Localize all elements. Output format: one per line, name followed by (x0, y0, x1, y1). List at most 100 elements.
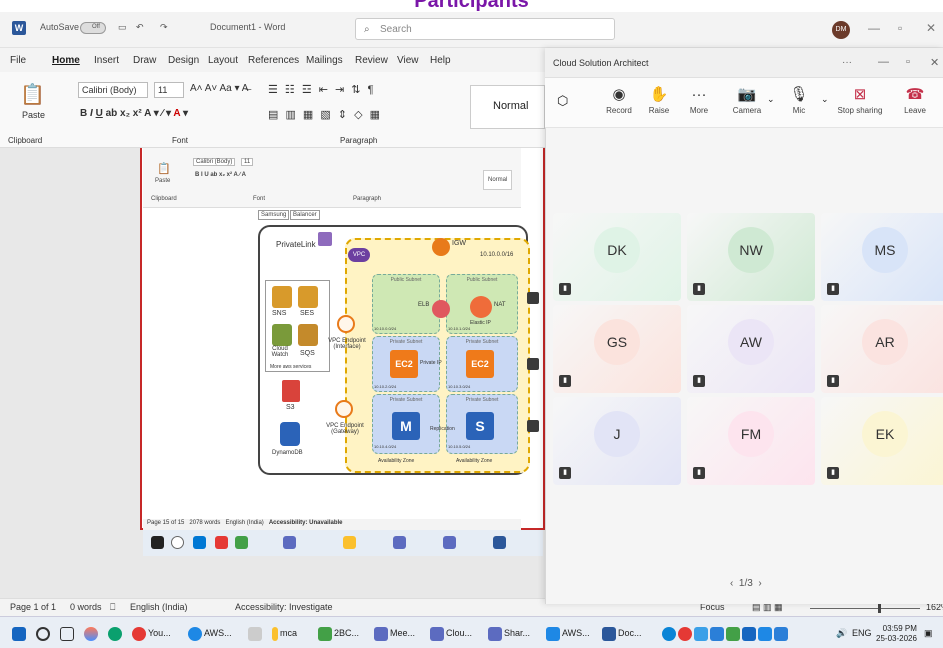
zoom-slider[interactable] (810, 608, 920, 609)
clock-time: 03:59 PM (882, 624, 917, 633)
participant-tile[interactable]: DK ▮ (553, 213, 681, 301)
align-icons[interactable]: ▤ ▥ ▦ ▧ ⇕ ◇ ▦ (268, 108, 382, 121)
language-indicator[interactable]: ENG (852, 624, 872, 642)
copilot-icon[interactable] (84, 624, 100, 642)
taskbar-app[interactable]: mca (272, 624, 297, 642)
autosave-toggle[interactable]: Off (80, 22, 106, 34)
participant-avatar: FM (728, 411, 774, 457)
participant-tile[interactable]: MS ▮ (821, 213, 943, 301)
menu-draw[interactable]: Draw (133, 55, 156, 66)
close-icon[interactable]: ✕ (926, 21, 936, 35)
mic-off-icon: ▮ (559, 375, 571, 387)
edge-icon[interactable] (108, 624, 124, 642)
app-icon (235, 536, 248, 549)
shared-font-label: Font (253, 196, 266, 202)
stop-sharing-button[interactable]: ⊠ Stop sharing (835, 84, 885, 115)
taskbar-app[interactable]: 2BC... (318, 624, 359, 642)
menu-design[interactable]: Design (168, 55, 199, 66)
save-icon[interactable]: ▭ (118, 22, 127, 33)
mic-button[interactable]: 🎙 Mic (777, 84, 821, 115)
close-icon[interactable]: ✕ (930, 56, 939, 69)
windows-start-icon[interactable] (12, 624, 28, 642)
chevron-down-icon[interactable]: ⌄ (821, 94, 829, 105)
taskbar-app[interactable]: Mee... (374, 624, 415, 642)
search-input[interactable]: ⌕ Search (355, 18, 615, 40)
maximize-icon[interactable]: ▫ (906, 56, 910, 68)
windows-taskbar: You... AWS... mca 2BC... Mee... Clou... … (0, 616, 943, 648)
more-icon[interactable]: ··· (842, 57, 852, 68)
menu-layout[interactable]: Layout (208, 55, 238, 66)
clock[interactable]: 03:59 PM 25-03-2026 (876, 624, 917, 643)
participant-tile[interactable]: NW ▮ (687, 213, 815, 301)
shared-paste-icon: 📋 (157, 163, 171, 175)
participant-tile[interactable]: FM ▮ (687, 397, 815, 485)
language-status[interactable]: English (India) (130, 602, 188, 612)
mic-off-icon (527, 292, 539, 304)
menu-mailings[interactable]: Mailings (306, 55, 343, 66)
word-count: 0 words (70, 602, 102, 612)
db-standby-icon: S (466, 412, 494, 440)
word-ribbon: 📋 Paste Clipboard Calibri (Body) 11 A˄ A… (0, 72, 545, 148)
subnet-cidr: 10.10.3.0/24 (448, 384, 471, 389)
participant-tile[interactable]: GS ▮ (553, 305, 681, 393)
list-icons[interactable]: ☰ ☷ ☲ ⇤ ⇥ ⇅ ¶ (268, 83, 375, 96)
taskbar-app[interactable]: AWS... (546, 624, 590, 642)
participant-tile[interactable]: J ▮ (553, 397, 681, 485)
participant-tile[interactable]: AR ▮ (821, 305, 943, 393)
taskbar-app[interactable]: Shar... (488, 624, 530, 642)
privatelink-label: PrivateLink (276, 240, 316, 249)
menu-home[interactable]: Home (52, 55, 80, 66)
participant-tile[interactable]: AW ▮ (687, 305, 815, 393)
volume-icon[interactable]: 🔊 (836, 624, 847, 642)
menu-references[interactable]: References (248, 55, 299, 66)
taskbar-app[interactable]: Doc... (602, 624, 642, 642)
style-normal[interactable]: Normal (470, 85, 545, 129)
more-button[interactable]: ··· More (677, 84, 721, 115)
taskbar-app[interactable]: AWS... (188, 624, 232, 642)
menu-file[interactable]: File (10, 55, 26, 66)
leave-button[interactable]: ☎ Leave (893, 84, 937, 115)
paste-label[interactable]: Paste (22, 110, 45, 120)
taskbar-app[interactable]: Clou... (430, 624, 472, 642)
accessibility-status[interactable]: Accessibility: Investigate (235, 602, 333, 612)
endpoint-gateway-label: VPC Endpoint (Gateway) (326, 423, 364, 435)
maximize-icon[interactable]: ▫ (898, 21, 902, 35)
teams-icon (393, 536, 406, 549)
menu-help[interactable]: Help (430, 55, 451, 66)
minimize-icon[interactable]: — (878, 56, 889, 68)
shield-icon[interactable]: ⬡ (557, 93, 568, 109)
font-grow-icon[interactable]: A˄ A˅ Aa ▾ A̶ (190, 83, 248, 94)
raise-hand-button[interactable]: ✋ Raise (637, 84, 681, 115)
proofing-icon[interactable]: ⎕ (110, 602, 115, 613)
participant-tile[interactable]: EK ▮ (821, 397, 943, 485)
search-icon[interactable] (36, 624, 52, 642)
record-button[interactable]: ◉ Record (597, 84, 641, 115)
camera-button[interactable]: 📷 Camera (725, 84, 769, 115)
shared-style-normal: Normal (483, 170, 513, 190)
menu-view[interactable]: View (397, 55, 419, 66)
shared-language: English (India) (225, 520, 264, 526)
font-size-select[interactable]: 11 (154, 82, 184, 98)
format-icons[interactable]: B I U ab x₂ x² A ▾ ∕ ▾ A ▾ (80, 108, 188, 119)
mic-off-icon: ▮ (559, 283, 571, 295)
menu-insert[interactable]: Insert (94, 55, 119, 66)
taskbar-app[interactable]: You... (132, 624, 171, 642)
task-view-icon[interactable] (60, 624, 76, 642)
menu-review[interactable]: Review (355, 55, 388, 66)
taskbar-app[interactable] (248, 624, 264, 642)
tray-icons[interactable] (662, 624, 790, 642)
redo-icon[interactable]: ↷ (160, 22, 168, 33)
zoom-thumb[interactable] (878, 603, 881, 613)
gallery-pager[interactable]: ‹ 1/3 › (730, 578, 762, 589)
paste-icon[interactable]: 📋 (20, 82, 45, 107)
mic-icon: 🎙 (789, 86, 809, 103)
mic-off-icon: ▮ (827, 283, 839, 295)
chevron-down-icon[interactable]: ⌄ (767, 94, 775, 105)
notification-icon[interactable]: ▣ (924, 624, 933, 642)
font-group-label: Font (172, 136, 189, 145)
avatar[interactable]: DM (832, 21, 850, 39)
search-icon: ⌕ (364, 24, 370, 35)
font-name-select[interactable]: Calibri (Body) (78, 82, 148, 98)
minimize-icon[interactable]: — (868, 21, 880, 35)
undo-icon[interactable]: ↶ (136, 22, 144, 33)
